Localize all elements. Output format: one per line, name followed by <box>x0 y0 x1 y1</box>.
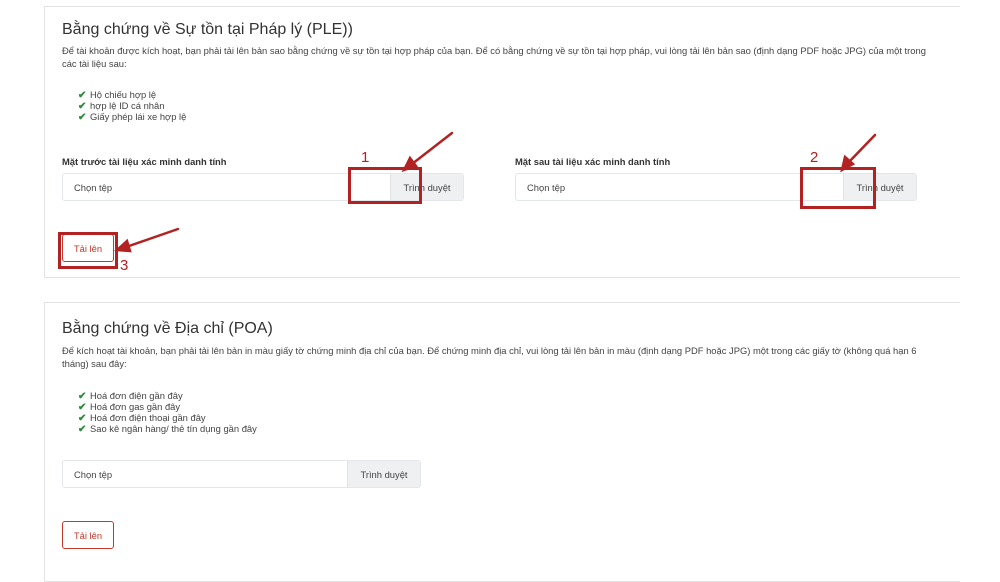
poa-upload-button[interactable]: Tải lên <box>62 521 114 549</box>
ple-section: Bằng chứng về Sự tồn tại Pháp lý (PLE)) … <box>44 6 960 278</box>
list-item: ✔ Sao kê ngân hàng/ thẻ tín dụng gần đây <box>78 423 257 435</box>
highlight-box-2 <box>800 167 876 209</box>
poa-section: Bằng chứng về Địa chỉ (POA) Để kích hoạt… <box>44 302 960 582</box>
front-id-label: Mặt trước tài liệu xác minh danh tính <box>62 156 227 167</box>
poa-description: Để kích hoạt tài khoản, bạn phải tải lên… <box>62 345 917 369</box>
highlight-box-3 <box>58 232 118 269</box>
highlight-box-1 <box>348 167 422 204</box>
list-item: ✔ Hoá đơn gas gần đây <box>78 401 181 413</box>
back-id-file-text[interactable]: Chọn tệp <box>516 174 843 200</box>
back-id-label: Mặt sau tài liệu xác minh danh tính <box>515 156 671 167</box>
list-item: ✔ Hoá đơn điện thoại gần đây <box>78 412 206 424</box>
poa-title: Bằng chứng về Địa chỉ (POA) <box>62 320 273 337</box>
list-item: ✔ hợp lệ ID cá nhân <box>78 100 165 112</box>
annotation-number-2: 2 <box>810 149 819 166</box>
front-id-file-text[interactable]: Chọn tệp <box>63 174 390 200</box>
annotation-number-3: 3 <box>120 257 129 274</box>
ple-description: Để tài khoản được kích hoạt, bạn phải tả… <box>62 45 926 69</box>
list-item: ✔ Hoá đơn điện gần đây <box>78 390 183 402</box>
poa-browse-button[interactable]: Trình duyệt <box>347 461 420 487</box>
poa-file-text[interactable]: Chọn tệp <box>63 461 347 487</box>
list-item: ✔ Giấy phép lái xe hợp lệ <box>78 111 187 123</box>
annotation-number-1: 1 <box>361 149 370 166</box>
check-icon: ✔ <box>78 112 87 123</box>
check-icon: ✔ <box>78 424 87 435</box>
list-item: ✔ Hộ chiếu hợp lệ <box>78 89 157 101</box>
poa-file-input[interactable]: Chọn tệp Trình duyệt <box>62 460 421 488</box>
ple-document-list: ✔ Hộ chiếu hợp lệ ✔ hợp lệ ID cá nhân ✔ Giấ… <box>78 89 187 123</box>
ple-title: Bằng chứng về Sự tồn tại Pháp lý (PLE)) <box>62 21 353 38</box>
poa-document-list: ✔ Hoá đơn điện gần đây ✔ Hoá đơn gas gần đ… <box>78 390 257 435</box>
